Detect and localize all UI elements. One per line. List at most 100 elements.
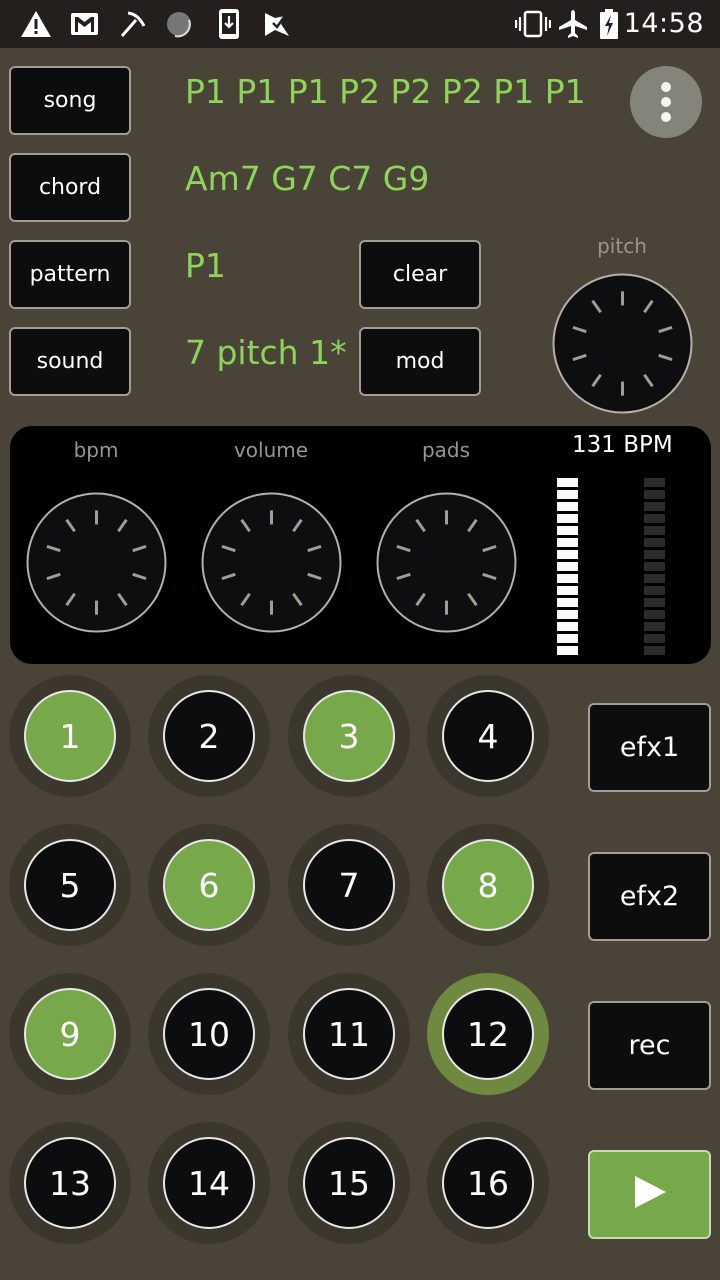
level-meter-left-segment <box>557 550 578 559</box>
level-meter-right-segment <box>644 646 665 655</box>
level-meter-left-segment <box>557 574 578 583</box>
pad-label: 15 <box>303 1137 395 1229</box>
pad-16[interactable]: 16 <box>427 1122 549 1244</box>
pad-13[interactable]: 13 <box>9 1122 131 1244</box>
pad-label: 12 <box>442 988 534 1080</box>
level-meter-right-segment <box>644 622 665 631</box>
pitch-knob-label: pitch <box>597 234 647 258</box>
pad-label: 7 <box>303 839 395 931</box>
pitch-knob[interactable] <box>552 273 693 414</box>
pickaxe-icon <box>118 10 146 38</box>
level-meter-left-segment <box>557 586 578 595</box>
pad-9[interactable]: 9 <box>9 973 131 1095</box>
level-meter-left-segment <box>557 478 578 487</box>
level-meter-left-segment <box>557 634 578 643</box>
more-options-button[interactable] <box>630 66 702 138</box>
chord-button[interactable]: chord <box>9 153 131 222</box>
efx1-button[interactable]: efx1 <box>588 703 711 792</box>
check-flag-icon <box>263 10 291 38</box>
airplane-mode-icon <box>558 10 588 38</box>
status-bar: 14:58 <box>0 0 720 48</box>
pad-label: 11 <box>303 988 395 1080</box>
level-meter-left-segment <box>557 490 578 499</box>
level-meter-left <box>557 478 578 658</box>
pattern-value: P1 <box>185 246 226 285</box>
pad-label: 16 <box>442 1137 534 1229</box>
pad-5[interactable]: 5 <box>9 824 131 946</box>
clock: 14:58 <box>623 8 704 39</box>
pad-label: 9 <box>24 988 116 1080</box>
pad-label: 14 <box>163 1137 255 1229</box>
gmail-icon <box>70 10 99 38</box>
pad-label: 6 <box>163 839 255 931</box>
pad-12[interactable]: 12 <box>427 973 549 1095</box>
sound-value: 7 pitch 1* <box>185 333 347 372</box>
song-button[interactable]: song <box>9 66 131 135</box>
level-meter-left-segment <box>557 622 578 631</box>
pad-1[interactable]: 1 <box>9 675 131 797</box>
pad-6[interactable]: 6 <box>148 824 270 946</box>
bpm-readout: 131 BPM <box>572 432 673 458</box>
clear-button[interactable]: clear <box>359 240 481 309</box>
level-meter-right-segment <box>644 586 665 595</box>
level-meter-right-segment <box>644 502 665 511</box>
level-meter-right-segment <box>644 598 665 607</box>
sound-button[interactable]: sound <box>9 327 131 396</box>
pad-4[interactable]: 4 <box>427 675 549 797</box>
play-button[interactable] <box>588 1150 711 1239</box>
level-meter-right-segment <box>644 490 665 499</box>
pad-label: 3 <box>303 690 395 782</box>
volume-knob[interactable] <box>201 492 342 633</box>
level-meter-left-segment <box>557 598 578 607</box>
level-meter-right-segment <box>644 526 665 535</box>
pads-knob-label: pads <box>421 438 471 462</box>
pad-7[interactable]: 7 <box>288 824 410 946</box>
sync-progress-icon <box>165 10 193 38</box>
level-meter-left-segment <box>557 538 578 547</box>
pad-label: 1 <box>24 690 116 782</box>
pads-knob[interactable] <box>376 492 517 633</box>
level-meter-right <box>644 478 665 658</box>
volume-knob-label: volume <box>233 438 309 462</box>
level-meter-left-segment <box>557 514 578 523</box>
level-meter-left-segment <box>557 646 578 655</box>
level-meter-right-segment <box>644 610 665 619</box>
level-meter-right-segment <box>644 550 665 559</box>
level-meter-right-segment <box>644 562 665 571</box>
download-phone-icon <box>218 9 240 39</box>
level-meter-right-segment <box>644 478 665 487</box>
level-meter-right-segment <box>644 538 665 547</box>
pad-label: 8 <box>442 839 534 931</box>
pad-10[interactable]: 10 <box>148 973 270 1095</box>
mod-button[interactable]: mod <box>359 327 481 396</box>
chord-sequence: Am7 G7 C7 G9 <box>185 159 430 198</box>
level-meter-right-segment <box>644 634 665 643</box>
pad-label: 4 <box>442 690 534 782</box>
vibrate-icon <box>515 10 551 38</box>
pad-3[interactable]: 3 <box>288 675 410 797</box>
level-meter-left-segment <box>557 526 578 535</box>
efx2-button[interactable]: efx2 <box>588 852 711 941</box>
pad-label: 13 <box>24 1137 116 1229</box>
pad-11[interactable]: 11 <box>288 973 410 1095</box>
level-meter-left-segment <box>557 562 578 571</box>
pad-8[interactable]: 8 <box>427 824 549 946</box>
pad-14[interactable]: 14 <box>148 1122 270 1244</box>
play-icon <box>633 1175 667 1215</box>
pad-label: 10 <box>163 988 255 1080</box>
warning-icon <box>20 10 52 38</box>
battery-charging-icon <box>600 9 618 39</box>
pad-15[interactable]: 15 <box>288 1122 410 1244</box>
pattern-button[interactable]: pattern <box>9 240 131 309</box>
pad-label: 2 <box>163 690 255 782</box>
bpm-knob[interactable] <box>26 492 167 633</box>
level-meter-left-segment <box>557 502 578 511</box>
pad-label: 5 <box>24 839 116 931</box>
song-sequence: P1 P1 P1 P2 P2 P2 P1 P1 <box>185 72 586 111</box>
pad-2[interactable]: 2 <box>148 675 270 797</box>
level-meter-right-segment <box>644 574 665 583</box>
level-meter-left-segment <box>557 610 578 619</box>
bpm-knob-label: bpm <box>73 438 119 462</box>
rec-button[interactable]: rec <box>588 1001 711 1090</box>
level-meter-right-segment <box>644 514 665 523</box>
